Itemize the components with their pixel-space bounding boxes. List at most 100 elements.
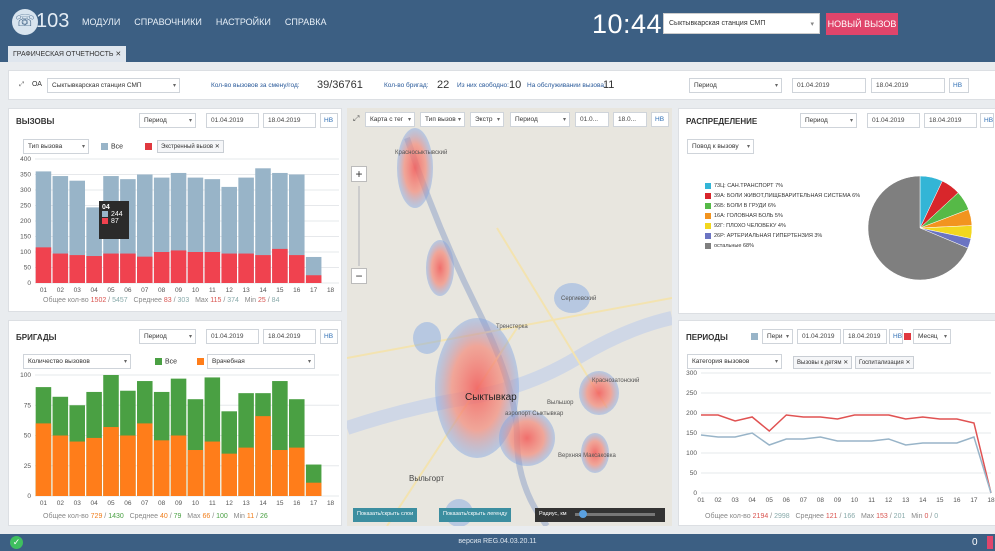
- calls-date-to[interactable]: 18.04.2019: [263, 113, 316, 128]
- map-label: Выльшор: [547, 400, 574, 406]
- calls-type-select[interactable]: Тип вызова ▾: [23, 139, 89, 154]
- logo-icon[interactable]: ☏: [12, 9, 38, 35]
- notification-count[interactable]: 0: [972, 537, 978, 548]
- close-icon[interactable]: ✕: [215, 144, 220, 150]
- map-emergency-select[interactable]: Экстр ▾: [470, 112, 504, 127]
- filter-date-to[interactable]: 18.04.2019: [871, 78, 945, 93]
- x-tick-label: 07: [141, 500, 149, 507]
- distribution-nb-button[interactable]: НВ: [980, 113, 994, 128]
- calls-legend-all[interactable]: Все: [101, 143, 123, 150]
- brigades-date-from[interactable]: 01.04.2019: [206, 329, 259, 344]
- stat-value: 374: [227, 297, 239, 304]
- close-icon[interactable]: ✕: [115, 51, 121, 58]
- bar: [187, 450, 204, 496]
- map-period-select[interactable]: Период ▾: [510, 112, 570, 127]
- zoom-in-button[interactable]: +: [351, 166, 367, 182]
- y-tick-label: 100: [20, 249, 31, 256]
- menu-settings[interactable]: НАСТРОЙКИ: [216, 17, 271, 27]
- map-call-type-select[interactable]: Тип вызов ▾: [420, 112, 465, 127]
- map-type-select[interactable]: Карта с тег ▾: [365, 112, 415, 127]
- periods-month-value: Месяц: [918, 333, 938, 340]
- map-date-to[interactable]: 18.0...: [613, 112, 647, 127]
- expand-icon[interactable]: ⤢: [353, 114, 359, 124]
- y-tick-label: 250: [686, 390, 697, 397]
- x-tick-label: 03: [74, 500, 82, 507]
- tab-graphic-report[interactable]: ГРАФИЧЕСКАЯ ОТЧЕТНОСТЬ ✕: [8, 46, 127, 62]
- zoom-slider[interactable]: [358, 186, 360, 266]
- new-call-button[interactable]: НОВЫЙ ВЫЗОВ: [826, 13, 898, 35]
- pie-chart: [867, 175, 973, 281]
- x-tick-label: 07: [800, 497, 808, 504]
- chevron-down-icon: ▾: [774, 359, 778, 365]
- stat-label: Max: [187, 513, 201, 520]
- y-tick-label: 250: [20, 203, 31, 210]
- legend-swatch: [904, 333, 911, 340]
- calls-period-select[interactable]: Период ▾: [139, 113, 196, 128]
- x-tick-label: 06: [124, 287, 132, 294]
- bar: [272, 248, 288, 283]
- legend-all-label: Все: [165, 358, 178, 366]
- heatmap-map[interactable]: ⤢ Карта с тег ▾ Тип вызов ▾ Экстр ▾ Период ▾…: [347, 108, 672, 526]
- heat-spot: [426, 240, 454, 296]
- brigades-period-select[interactable]: Период ▾: [139, 329, 196, 344]
- map-canvas[interactable]: [347, 108, 672, 526]
- distribution-reason-select[interactable]: Повод к вызову ▾: [687, 139, 754, 154]
- brigades-nb-button[interactable]: НВ: [320, 329, 338, 344]
- menu-help[interactable]: СПРАВКА: [285, 17, 327, 27]
- pie-legend-item: 26Р: АРТЕРИАЛЬНАЯ ГИПЕРТЕНЗИЯ 3%: [705, 231, 860, 241]
- legend-all-label: Все: [111, 143, 124, 151]
- bar: [170, 250, 187, 283]
- serving-count-label: На обслуживании вызова:: [527, 82, 606, 89]
- toggle-legend-button[interactable]: Показать/скрыть легенду: [439, 508, 512, 522]
- calls-emergency-chip[interactable]: Экстренный вызов ✕: [157, 140, 224, 153]
- periods-series-select[interactable]: Пери ▾: [762, 329, 793, 344]
- brigades-metric-select[interactable]: Количество вызовов ▾: [23, 354, 131, 369]
- distribution-date-to[interactable]: 18.04.2019: [924, 113, 977, 128]
- x-tick-label: 14: [259, 500, 267, 507]
- pie-legend-label: 39А: БОЛИ ЖИВОТ,ПИЩЕВАРИТЕЛЬНАЯ СИСТЕМА …: [714, 193, 861, 199]
- periods-month-select[interactable]: Месяц ▾: [913, 329, 951, 344]
- radius-control[interactable]: Радиус, км: [535, 508, 665, 522]
- filter-period-select[interactable]: Период ▾: [689, 78, 782, 93]
- bar: [204, 441, 221, 496]
- menu-modules[interactable]: МОДУЛИ: [82, 17, 120, 27]
- chevron-down-icon: ▾: [849, 118, 853, 124]
- distribution-period-select[interactable]: Период ▾: [800, 113, 857, 128]
- radius-slider-handle[interactable]: [579, 510, 587, 518]
- chevron-down-icon: ▾: [785, 334, 789, 340]
- expand-icon[interactable]: ⤢: [19, 81, 24, 89]
- calls-date-from[interactable]: 01.04.2019: [206, 113, 259, 128]
- close-icon[interactable]: ✕: [905, 360, 910, 366]
- brigades-legend-all[interactable]: Все: [155, 358, 177, 365]
- bar: [305, 482, 322, 496]
- filter-station-select[interactable]: Сыктывкарская станция СМП ▾: [47, 78, 180, 93]
- periods-date-to[interactable]: 18.04.2019: [843, 329, 887, 344]
- menu-directories[interactable]: СПРАВОЧНИКИ: [134, 17, 202, 27]
- stat-value: 66: [202, 513, 211, 520]
- calls-chart: 0 50 100 150 200 250 300 350 400 01 02 03 04 05 06 07 08…: [20, 156, 339, 294]
- map-date-from[interactable]: 01.0...: [575, 112, 609, 127]
- x-tick-label: 09: [834, 497, 842, 504]
- zoom-out-button[interactable]: −: [351, 268, 367, 284]
- bar: [238, 447, 254, 496]
- distribution-date-from[interactable]: 01.04.2019: [867, 113, 920, 128]
- brigades-title: БРИГАДЫ: [16, 333, 57, 342]
- x-tick-label: 10: [851, 497, 859, 504]
- periods-date-from[interactable]: 01.04.2019: [797, 329, 841, 344]
- x-tick-label: 05: [107, 287, 115, 294]
- x-tick-label: 15: [276, 500, 284, 507]
- calls-nb-button[interactable]: НВ: [320, 113, 338, 128]
- station-select[interactable]: Сыктывкарская станция СМП ▾: [663, 13, 820, 34]
- y-tick-label: 200: [686, 410, 697, 417]
- brigades-date-to[interactable]: 18.04.2019: [263, 329, 316, 344]
- map-nb-button[interactable]: НВ: [651, 112, 669, 127]
- brigades-type-select[interactable]: Врачебная ▾: [207, 354, 315, 369]
- close-icon[interactable]: ✕: [843, 360, 848, 366]
- periods-nb-button[interactable]: НВ: [889, 329, 903, 344]
- radius-slider[interactable]: [575, 513, 655, 516]
- toggle-layers-button[interactable]: Показать/скрыть слои: [353, 508, 418, 522]
- x-tick-label: 12: [885, 497, 893, 504]
- filter-nb-button[interactable]: НВ: [949, 78, 969, 93]
- filter-date-from[interactable]: 01.04.2019: [792, 78, 866, 93]
- x-tick-label: 18: [987, 497, 995, 504]
